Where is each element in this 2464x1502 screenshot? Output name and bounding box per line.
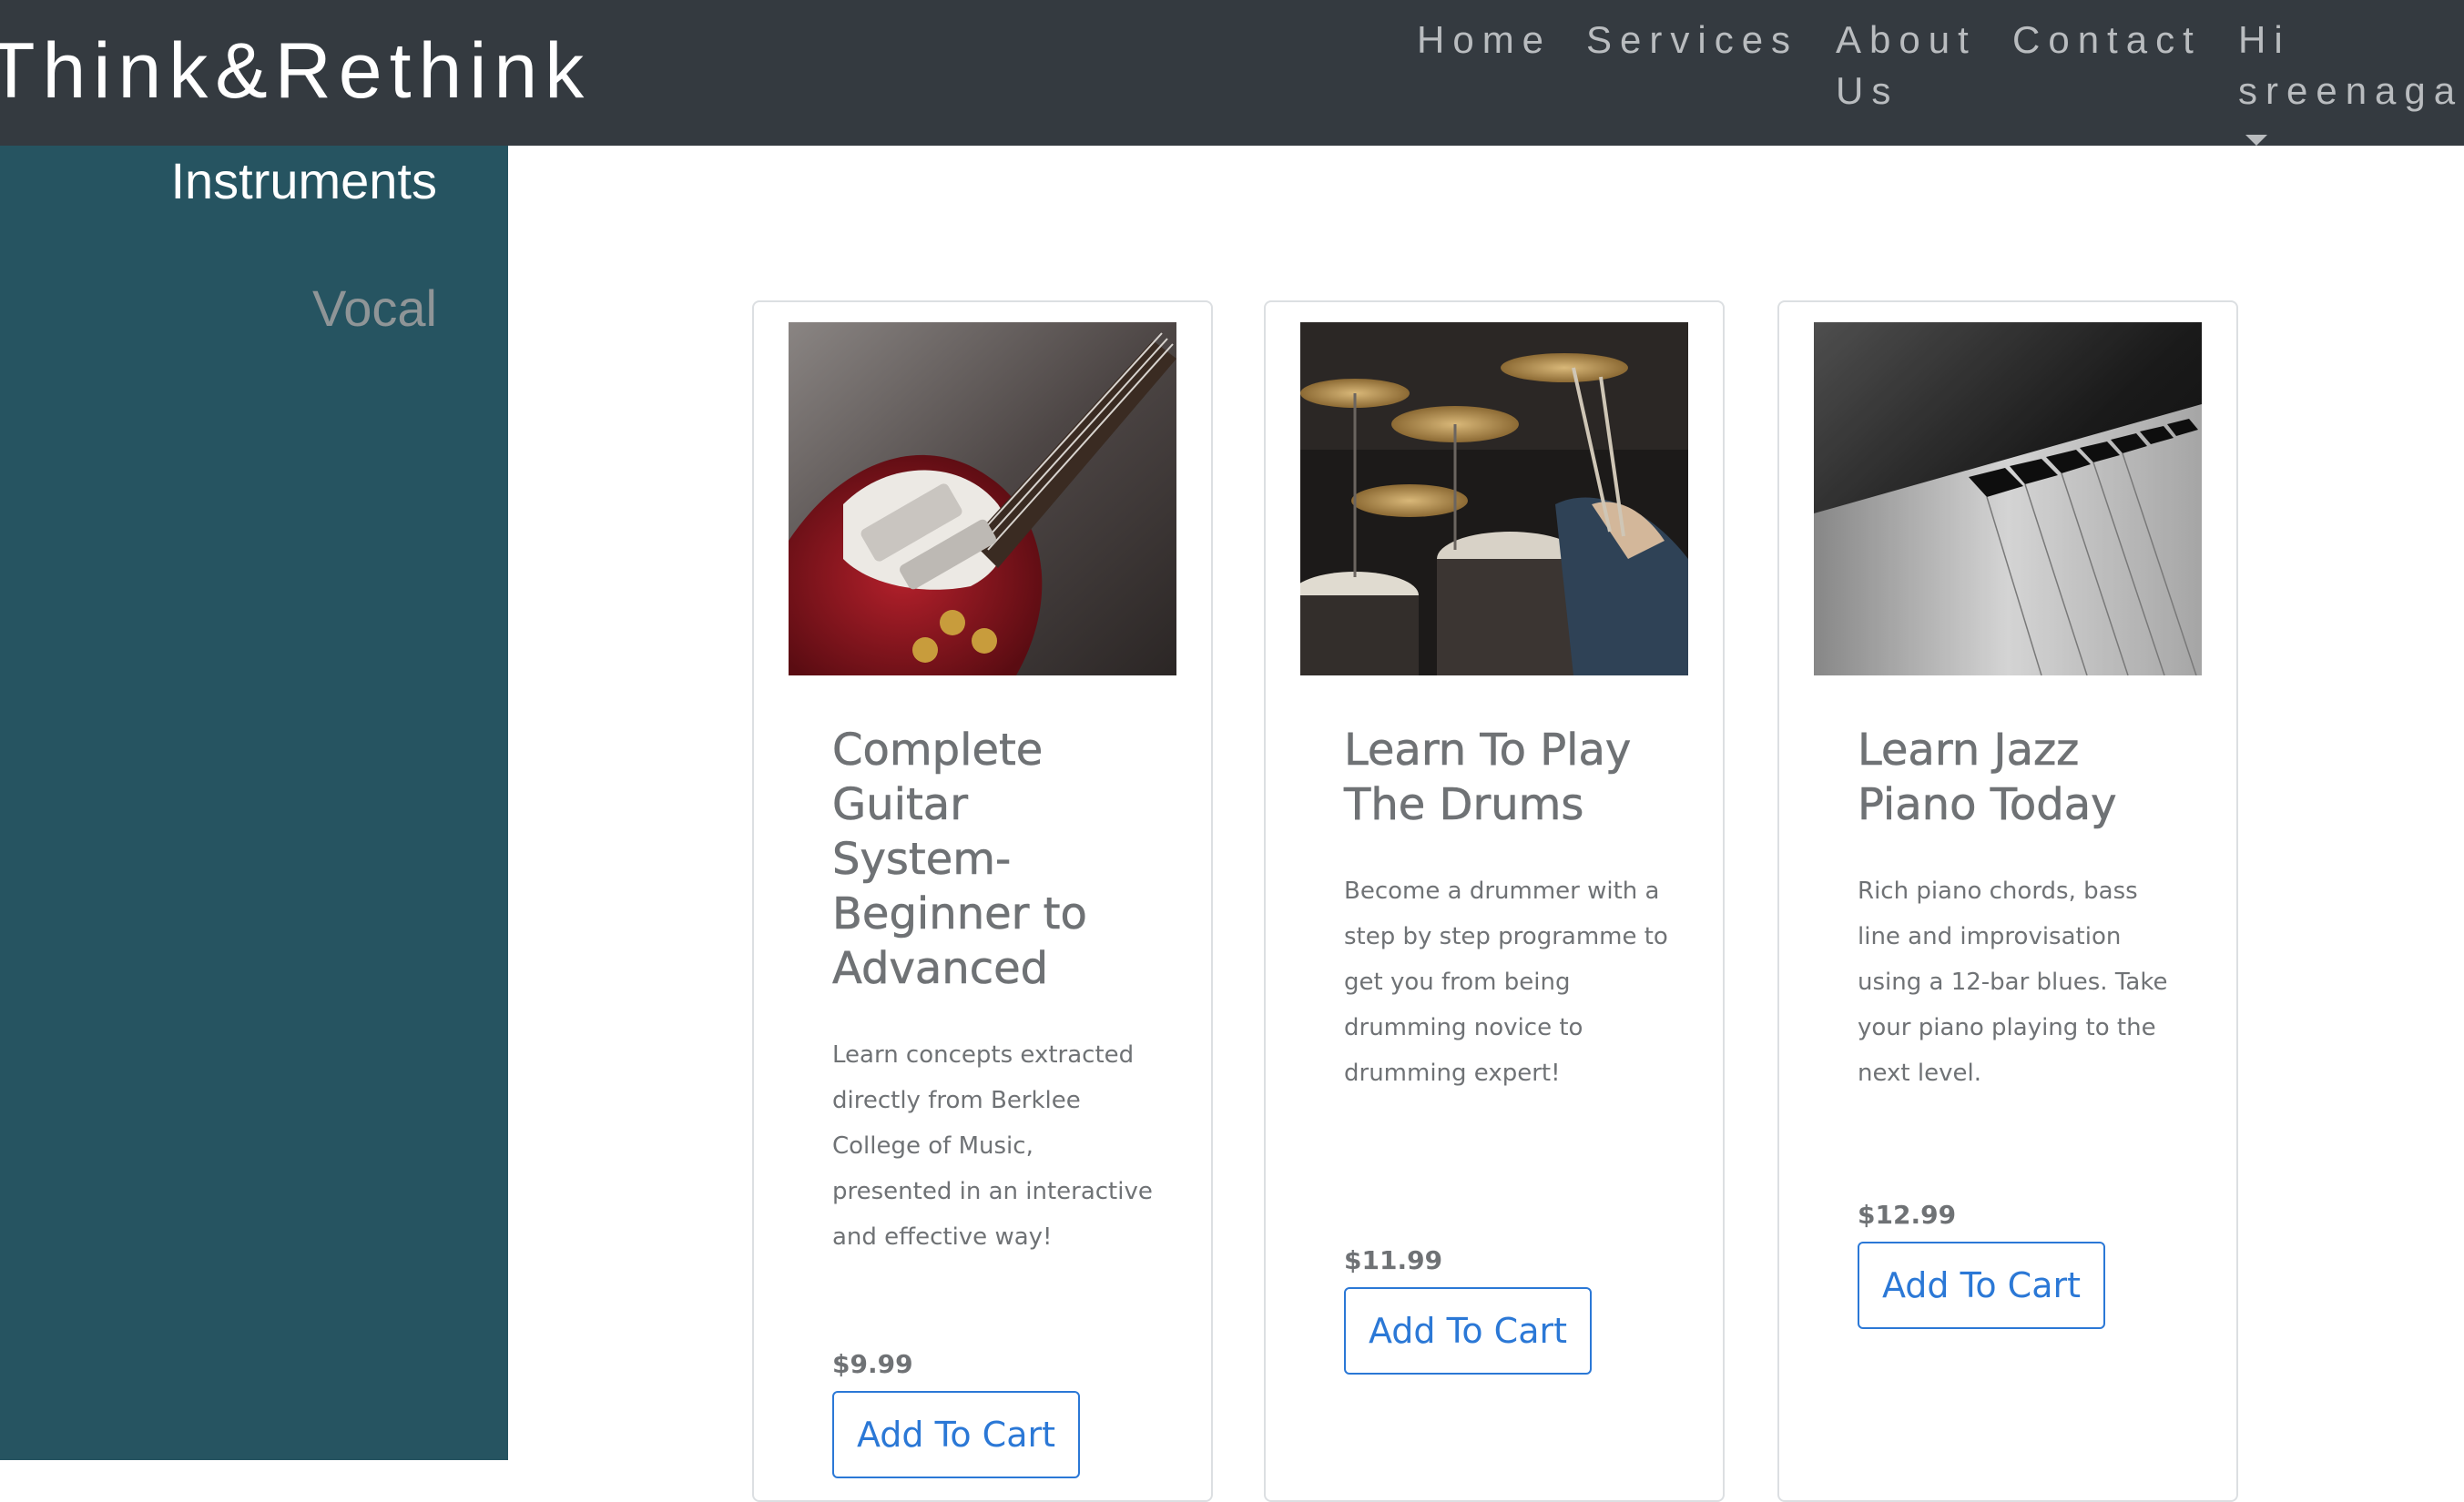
nav-link-home[interactable]: Home (1417, 15, 1552, 66)
brand-logo-text[interactable]: Think&Rethink (0, 25, 591, 117)
nav-user-dropdown[interactable]: Hi sreenaga (2238, 15, 2464, 117)
product-title: Learn Jazz Piano Today (1858, 725, 2117, 831)
product-card-guitar: Complete Guitar System-Beginner to Advan… (752, 300, 1213, 1502)
nav-link-contact[interactable]: Contact (2012, 15, 2202, 66)
product-price: $11.99 (1344, 1245, 1443, 1275)
product-title: Complete Guitar System-Beginner to Advan… (832, 725, 1087, 995)
nav-link-services[interactable]: Services (1586, 15, 1798, 66)
product-description: Rich piano chords, bass line and improvi… (1858, 878, 2168, 1087)
product-price: $9.99 (832, 1349, 913, 1379)
caret-down-icon[interactable] (2245, 135, 2267, 146)
card-body: Complete Guitar System-Beginner to Advan… (832, 723, 1160, 1260)
sidebar-item-vocal[interactable]: Vocal (312, 277, 437, 340)
piano-keys-image (1814, 322, 2202, 675)
top-navbar: Think&Rethink Home Services About Us Con… (0, 0, 2464, 146)
product-card-drums: Learn To Play The Drums Become a drummer… (1264, 300, 1725, 1502)
product-description: Learn concepts extracted directly from B… (832, 1041, 1153, 1251)
product-description: Become a drummer with a step by step pro… (1344, 878, 1668, 1087)
product-card-piano: Learn Jazz Piano Today Rich piano chords… (1777, 300, 2238, 1502)
product-title: Learn To Play The Drums (1344, 725, 1632, 831)
nav-link-about[interactable]: About Us (1836, 15, 2009, 117)
add-to-cart-button[interactable]: Add To Cart (1344, 1287, 1592, 1375)
product-price: $12.99 (1858, 1200, 1957, 1230)
drum-kit-image (1300, 322, 1688, 675)
electric-guitar-image (789, 322, 1176, 675)
card-body: Learn Jazz Piano Today Rich piano chords… (1858, 723, 2185, 1096)
card-body: Learn To Play The Drums Become a drummer… (1344, 723, 1672, 1096)
add-to-cart-button[interactable]: Add To Cart (1858, 1242, 2105, 1329)
sidebar-item-instruments[interactable]: Instruments (170, 149, 437, 213)
category-sidebar: Instruments Vocal (0, 146, 508, 1460)
add-to-cart-button[interactable]: Add To Cart (832, 1391, 1080, 1478)
